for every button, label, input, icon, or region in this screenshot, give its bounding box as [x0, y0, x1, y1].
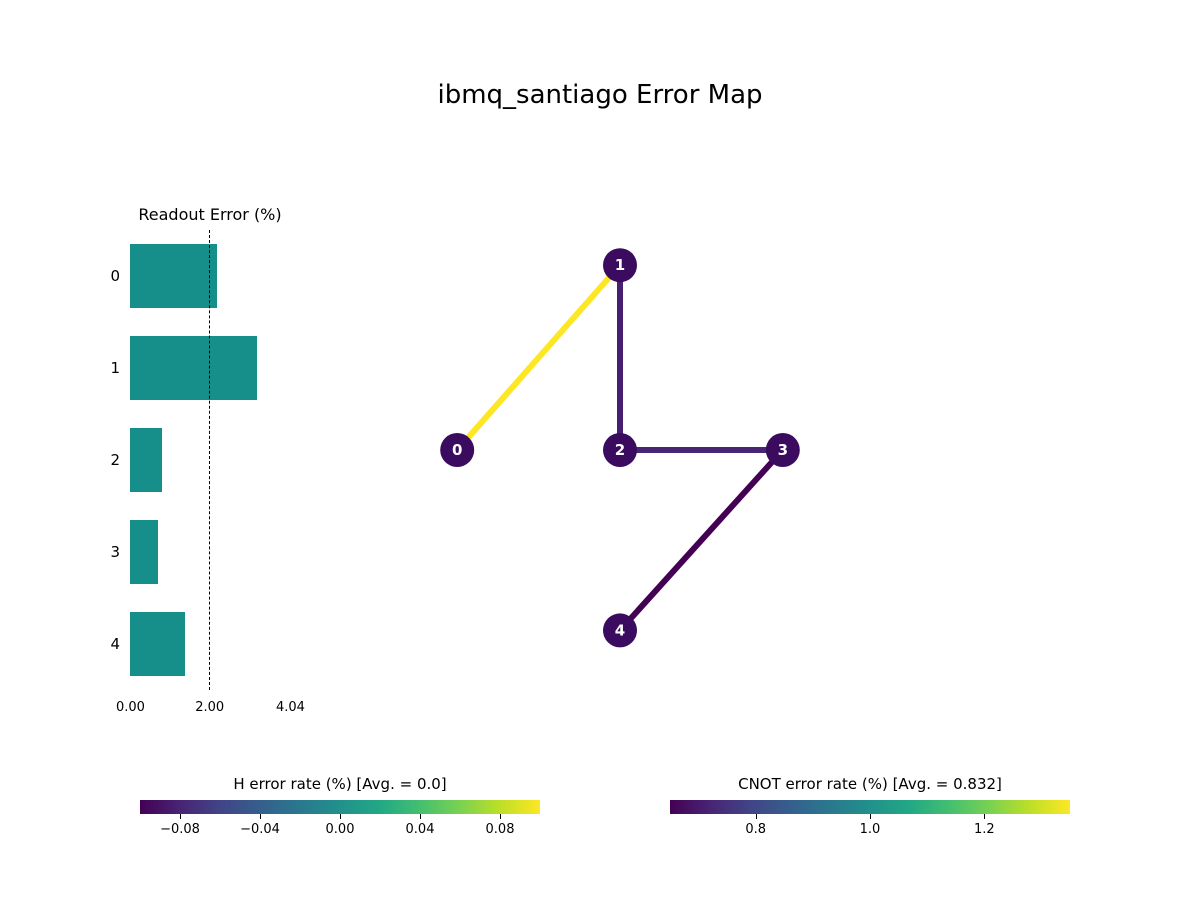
colorbar-tick: 0.08: [486, 822, 515, 837]
colorbar-tickmark: [870, 814, 871, 819]
readout-bar-0: [130, 244, 217, 308]
colorbar-tick: −0.04: [240, 822, 280, 837]
edge-3-4: [620, 450, 783, 630]
readout-ytick: 3: [90, 543, 120, 561]
readout-bar-2: [130, 428, 162, 492]
colorbar-tick: 0.04: [406, 822, 435, 837]
cnot-colorbar-title: CNOT error rate (%) [Avg. = 0.832]: [670, 775, 1070, 793]
colorbar-tick: 0.00: [326, 822, 355, 837]
qubit-label: 4: [615, 621, 625, 639]
colorbar-tick: −0.08: [160, 822, 200, 837]
readout-ytick: 2: [90, 451, 120, 469]
qubit-label: 2: [615, 441, 625, 459]
readout-title: Readout Error (%): [120, 205, 300, 224]
cnot-colorbar: [670, 800, 1070, 814]
readout-xtick: 0.00: [116, 700, 145, 715]
readout-xtick: 4.04: [276, 700, 305, 715]
h-colorbar-title: H error rate (%) [Avg. = 0.0]: [140, 775, 540, 793]
colorbar-tickmark: [500, 814, 501, 819]
qubit-label: 3: [778, 441, 788, 459]
colorbar-tickmark: [756, 814, 757, 819]
readout-ytick: 1: [90, 359, 120, 377]
colorbar-tickmark: [180, 814, 181, 819]
h-colorbar: [140, 800, 540, 814]
colorbar-tick: 0.8: [745, 822, 766, 837]
readout-bar-3: [130, 520, 158, 584]
qubit-label: 1: [615, 256, 625, 274]
colorbar-tickmark: [340, 814, 341, 819]
readout-avg-line: [209, 230, 210, 690]
readout-bar-1: [130, 336, 257, 400]
page-title: ibmq_santiago Error Map: [0, 80, 1200, 110]
colorbar-tickmark: [420, 814, 421, 819]
colorbar-tickmark: [984, 814, 985, 819]
colorbar-tick: 1.2: [974, 822, 995, 837]
readout-barchart: 012340.002.004.04: [130, 230, 290, 690]
readout-xtick: 2.00: [195, 700, 224, 715]
readout-bar-4: [130, 612, 185, 676]
readout-ytick: 4: [90, 635, 120, 653]
canvas: ibmq_santiago Error Map Readout Error (%…: [0, 0, 1200, 900]
colorbar-tickmark: [260, 814, 261, 819]
qubit-label: 0: [452, 441, 462, 459]
edge-0-1: [457, 265, 620, 450]
colorbar-tick: 1.0: [860, 822, 881, 837]
qubit-graph: 0 1 2 3 4: [400, 230, 840, 670]
readout-ytick: 0: [90, 267, 120, 285]
